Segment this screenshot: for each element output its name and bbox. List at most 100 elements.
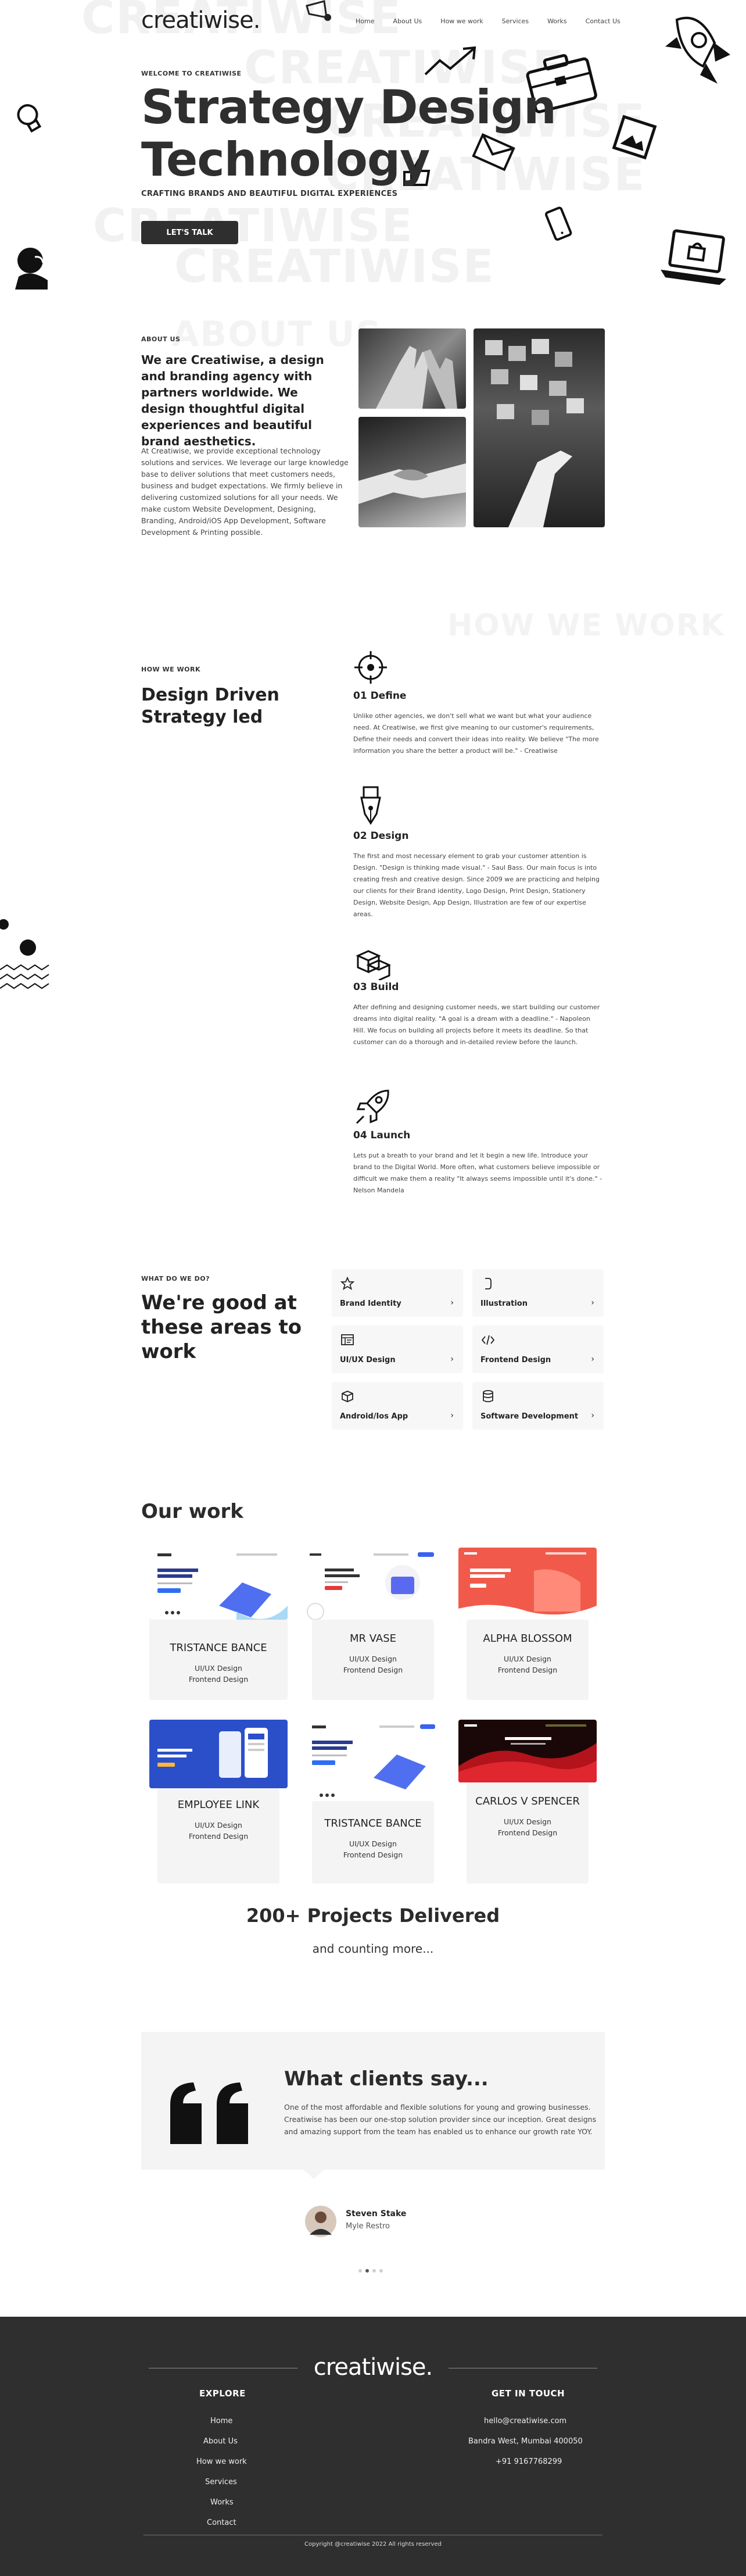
lets-talk-button[interactable]: LET'S TALK [141, 221, 238, 244]
megaphone-doodle-icon [306, 0, 331, 21]
project-name: TRISTANCE BANCE [170, 1642, 267, 1654]
work-card-carlos-v-spencer[interactable]: CARLOS V SPENCER UI/UX Design Frontend D… [458, 1720, 597, 1884]
zigzag-decoration-icon [0, 919, 49, 989]
step-body: Unlike other agencies, we don't sell wha… [353, 712, 599, 755]
nav-home[interactable]: Home [356, 17, 374, 25]
project-tag: Frontend Design [188, 1675, 249, 1684]
project-tag: UI/UX Design [504, 1817, 551, 1826]
about-eyebrow: ABOUT US [141, 335, 181, 343]
chevron-right-icon: › [591, 1298, 594, 1307]
service-label: Software Development [480, 1412, 579, 1421]
work-card-employee-link[interactable]: EMPLOYEE LINK UI/UX Design Frontend Desi… [149, 1720, 288, 1884]
hero-title-line: Technology [141, 133, 430, 187]
step-body: The first and most necessary element to … [353, 852, 600, 918]
step-title: 01 Define [353, 690, 407, 702]
footer-get-in-touch-heading: GET IN TOUCH [492, 2388, 565, 2399]
about-bg-watermark: ABOUT US [172, 314, 382, 355]
our-work-title: Our work [141, 1500, 243, 1523]
footer-address: Bandra West, Mumbai 400050 [468, 2437, 583, 2446]
service-label: Brand Identity [340, 1299, 401, 1308]
work-card-alpha-blossom[interactable]: ALPHA BLOSSOM UI/UX Design Frontend Desi… [458, 1548, 597, 1700]
speech-tail-shape [302, 2168, 325, 2179]
star-icon [340, 1276, 355, 1290]
service-label: Illustration [480, 1299, 528, 1308]
nav-services[interactable]: Services [502, 17, 529, 25]
cubes-icon [356, 950, 390, 980]
service-card-frontend-design[interactable]: Frontend Design › [472, 1325, 604, 1373]
service-card-brand-identity[interactable]: Brand Identity › [332, 1269, 463, 1317]
footer-link-home[interactable]: Home [210, 2417, 232, 2425]
service-card-android-ios-app[interactable]: Android/Ios App › [332, 1382, 463, 1430]
nav-about[interactable]: About Us [393, 17, 422, 25]
footer-link-how-we-work[interactable]: How we work [196, 2457, 247, 2466]
picture-frame-doodle-icon [612, 115, 657, 160]
step-title: 02 Design [353, 830, 409, 842]
service-card-illustration[interactable]: Illustration › [472, 1269, 604, 1317]
avatar [305, 2206, 336, 2237]
footer-link-contact[interactable]: Contact [207, 2518, 236, 2527]
footer-email-link[interactable]: hello@creatiwise.com [484, 2417, 566, 2425]
project-tag: Frontend Design [343, 1850, 403, 1859]
footer-phone-link[interactable]: +91 9167768299 [496, 2457, 562, 2466]
work-card-tristance-bance-2[interactable]: TRISTANCE BANCE UI/UX Design Frontend De… [304, 1720, 442, 1884]
project-tag: UI/UX Design [349, 1839, 397, 1848]
bracket-icon [485, 1278, 492, 1289]
project-thumbnail [304, 1720, 442, 1801]
chevron-right-icon: › [450, 1411, 454, 1420]
box-icon [342, 1391, 353, 1402]
work-card-tristance-bance[interactable]: TRISTANCE BANCE UI/UX Design Frontend De… [149, 1548, 288, 1700]
nav-how-we-work[interactable]: How we work [440, 17, 483, 25]
pagination-dot[interactable] [372, 2269, 376, 2273]
work-card-mr-vase[interactable]: MR VASE UI/UX Design Frontend Design [304, 1548, 442, 1700]
footer-link-services[interactable]: Services [205, 2478, 237, 2486]
handshake-illustration [358, 463, 466, 504]
layout-icon [341, 1334, 354, 1345]
project-thumbnail [458, 1548, 597, 1620]
phone-doodle-icon [545, 206, 572, 241]
hero-title-line: Strategy Design [141, 80, 557, 134]
main-nav: Home About Us How we work Services Works… [356, 17, 621, 25]
website-mockup-illustration [458, 1724, 597, 1782]
testimonial-company: Myle Restro [346, 2222, 390, 2231]
footer-link-about[interactable]: About Us [203, 2437, 238, 2446]
handshake-photo [358, 417, 466, 527]
service-label: Android/Ios App [340, 1412, 408, 1421]
service-card-uiux-design[interactable]: UI/UX Design › [332, 1325, 463, 1373]
pagination-dot[interactable] [358, 2269, 362, 2273]
services-eyebrow: WHAT DO WE DO? [141, 1275, 210, 1282]
site-logo[interactable]: creatiwise. [141, 7, 260, 34]
service-label: UI/UX Design [340, 1356, 396, 1364]
project-tag: UI/UX Design [349, 1655, 397, 1663]
pagination-dot[interactable] [379, 2269, 383, 2273]
rocket-doodle-icon [665, 16, 730, 84]
pagination-dot-active[interactable] [365, 2269, 369, 2273]
website-mockup-illustration [458, 1552, 597, 1620]
nav-contact[interactable]: Contact Us [586, 17, 621, 25]
quote-mark-icon [170, 2082, 248, 2144]
footer-explore-heading: EXPLORE [199, 2388, 246, 2399]
step-title: 04 Launch [353, 1130, 411, 1141]
website-mockup-illustration [307, 1552, 434, 1620]
how-we-work-title: Design Driven Strategy led [141, 685, 279, 727]
how-we-work-eyebrow: HOW WE WORK [141, 666, 200, 673]
footer-link-works[interactable]: Works [210, 2498, 234, 2507]
service-label: Frontend Design [480, 1356, 551, 1364]
pen-nib-icon [360, 786, 381, 825]
project-name: CARLOS V SPENCER [475, 1795, 580, 1807]
step-body: After defining and designing customer ne… [353, 1003, 600, 1046]
footer-logo[interactable]: creatiwise. [0, 2354, 746, 2381]
rocket-icon [356, 1089, 389, 1124]
project-thumbnail [458, 1720, 597, 1782]
service-card-software-development[interactable]: Software Development › [472, 1382, 604, 1430]
website-mockup-illustration [157, 1553, 288, 1620]
nav-works[interactable]: Works [547, 17, 567, 25]
project-tag: Frontend Design [497, 1828, 558, 1837]
projects-delivered-heading: 200+ Projects Delivered [246, 1905, 500, 1927]
chevron-right-icon: › [591, 1411, 594, 1420]
about-body: At Creatiwise, we provide exceptional te… [141, 446, 349, 537]
hero-section: CREATIWISE CREATIWISE CREATIWISE CREATIW… [0, 0, 746, 302]
copyright-text: Copyright @creatiwise 2022 All rights re… [304, 2541, 442, 2548]
database-icon [483, 1390, 493, 1402]
project-tag: Frontend Design [188, 1832, 249, 1841]
sticky-notes-illustration [485, 339, 584, 527]
